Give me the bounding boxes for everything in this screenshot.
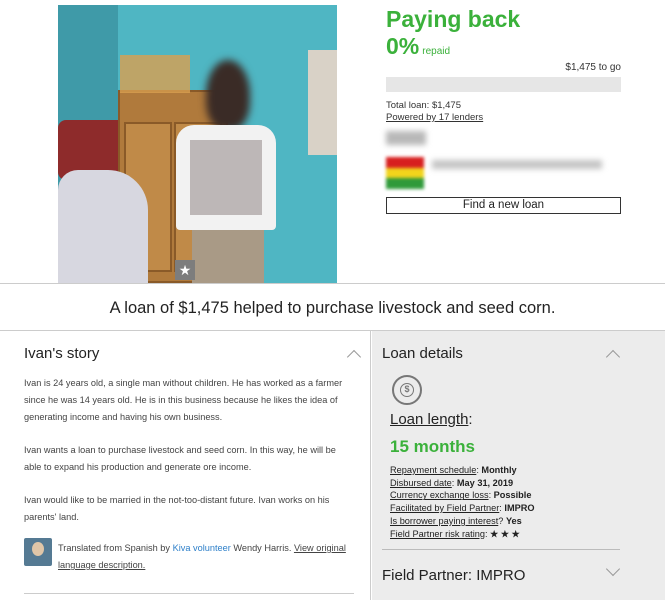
story-text: Ivan is 24 years old, a single man witho… — [24, 375, 354, 542]
field-partner-heading[interactable]: Field Partner: IMPRO — [382, 567, 525, 584]
detail-row: Facilitated by Field Partner: IMPRO — [390, 503, 535, 514]
story-paragraph: Ivan would like to be married in the not… — [24, 495, 330, 522]
borrower-photo: ★ — [58, 5, 337, 283]
country-flag-icon — [386, 157, 424, 189]
repaid-percent: 0% — [386, 33, 420, 59]
find-new-loan-button[interactable]: Find a new loan — [386, 197, 621, 214]
kiva-volunteer-link[interactable]: Kiva volunteer — [173, 543, 231, 553]
collapse-details-icon[interactable] — [605, 349, 621, 365]
loan-header: ★ Paying back 0% repaid $1,475 to go Tota… — [0, 0, 665, 283]
borrower-name-blurred — [386, 131, 426, 145]
story-paragraph: Ivan wants a loan to purchase livestock … — [24, 445, 336, 472]
amount-to-go: $1,475 to go — [565, 62, 621, 73]
progress-bar — [386, 77, 621, 92]
loan-headline: A loan of $1,475 helped to purchase live… — [0, 283, 665, 331]
loan-details-panel: Loan details $ Loan length: 15 months Re… — [372, 331, 665, 600]
detail-row: Is borrower paying interest? Yes — [390, 515, 522, 526]
total-loan: Total loan: $1,475 — [386, 100, 462, 111]
currency-cycle-icon: $ — [392, 375, 422, 405]
loan-detail-list: Repayment schedule: Monthly Disbursed da… — [390, 464, 535, 540]
loan-summary: Paying back 0% repaid — [386, 5, 626, 63]
risk-rating-stars: ★ ★ ★ — [490, 528, 520, 539]
story-paragraph: Ivan is 24 years old, a single man witho… — [24, 378, 343, 422]
location-sector-blurred — [432, 160, 602, 169]
loan-status: Paying back — [386, 6, 521, 32]
loan-length-label: Loan length: — [390, 411, 473, 428]
detail-row: Repayment schedule: Monthly — [390, 465, 517, 475]
detail-row: Disbursed date: May 31, 2019 — [390, 477, 514, 488]
translator-name: Wendy Harris. — [230, 543, 294, 553]
star-icon[interactable]: ★ — [175, 260, 195, 280]
expand-field-partner-icon[interactable] — [605, 561, 621, 577]
detail-row: Currency exchange loss: Possible — [390, 490, 532, 501]
story-title: Ivan's story — [24, 345, 100, 362]
story-panel: Ivan's story Ivan is 24 years old, a sin… — [0, 331, 371, 600]
detail-row: Field Partner risk rating: ★ ★ ★ — [390, 528, 520, 539]
loan-length-value: 15 months — [390, 437, 476, 456]
translated-prefix: Translated from Spanish by — [58, 543, 173, 553]
lenders-link[interactable]: Powered by 17 lenders — [386, 112, 483, 123]
repaid-label: repaid — [422, 46, 451, 57]
collapse-story-icon[interactable] — [346, 349, 362, 365]
translator-avatar — [24, 538, 52, 566]
details-title: Loan details — [382, 345, 463, 362]
